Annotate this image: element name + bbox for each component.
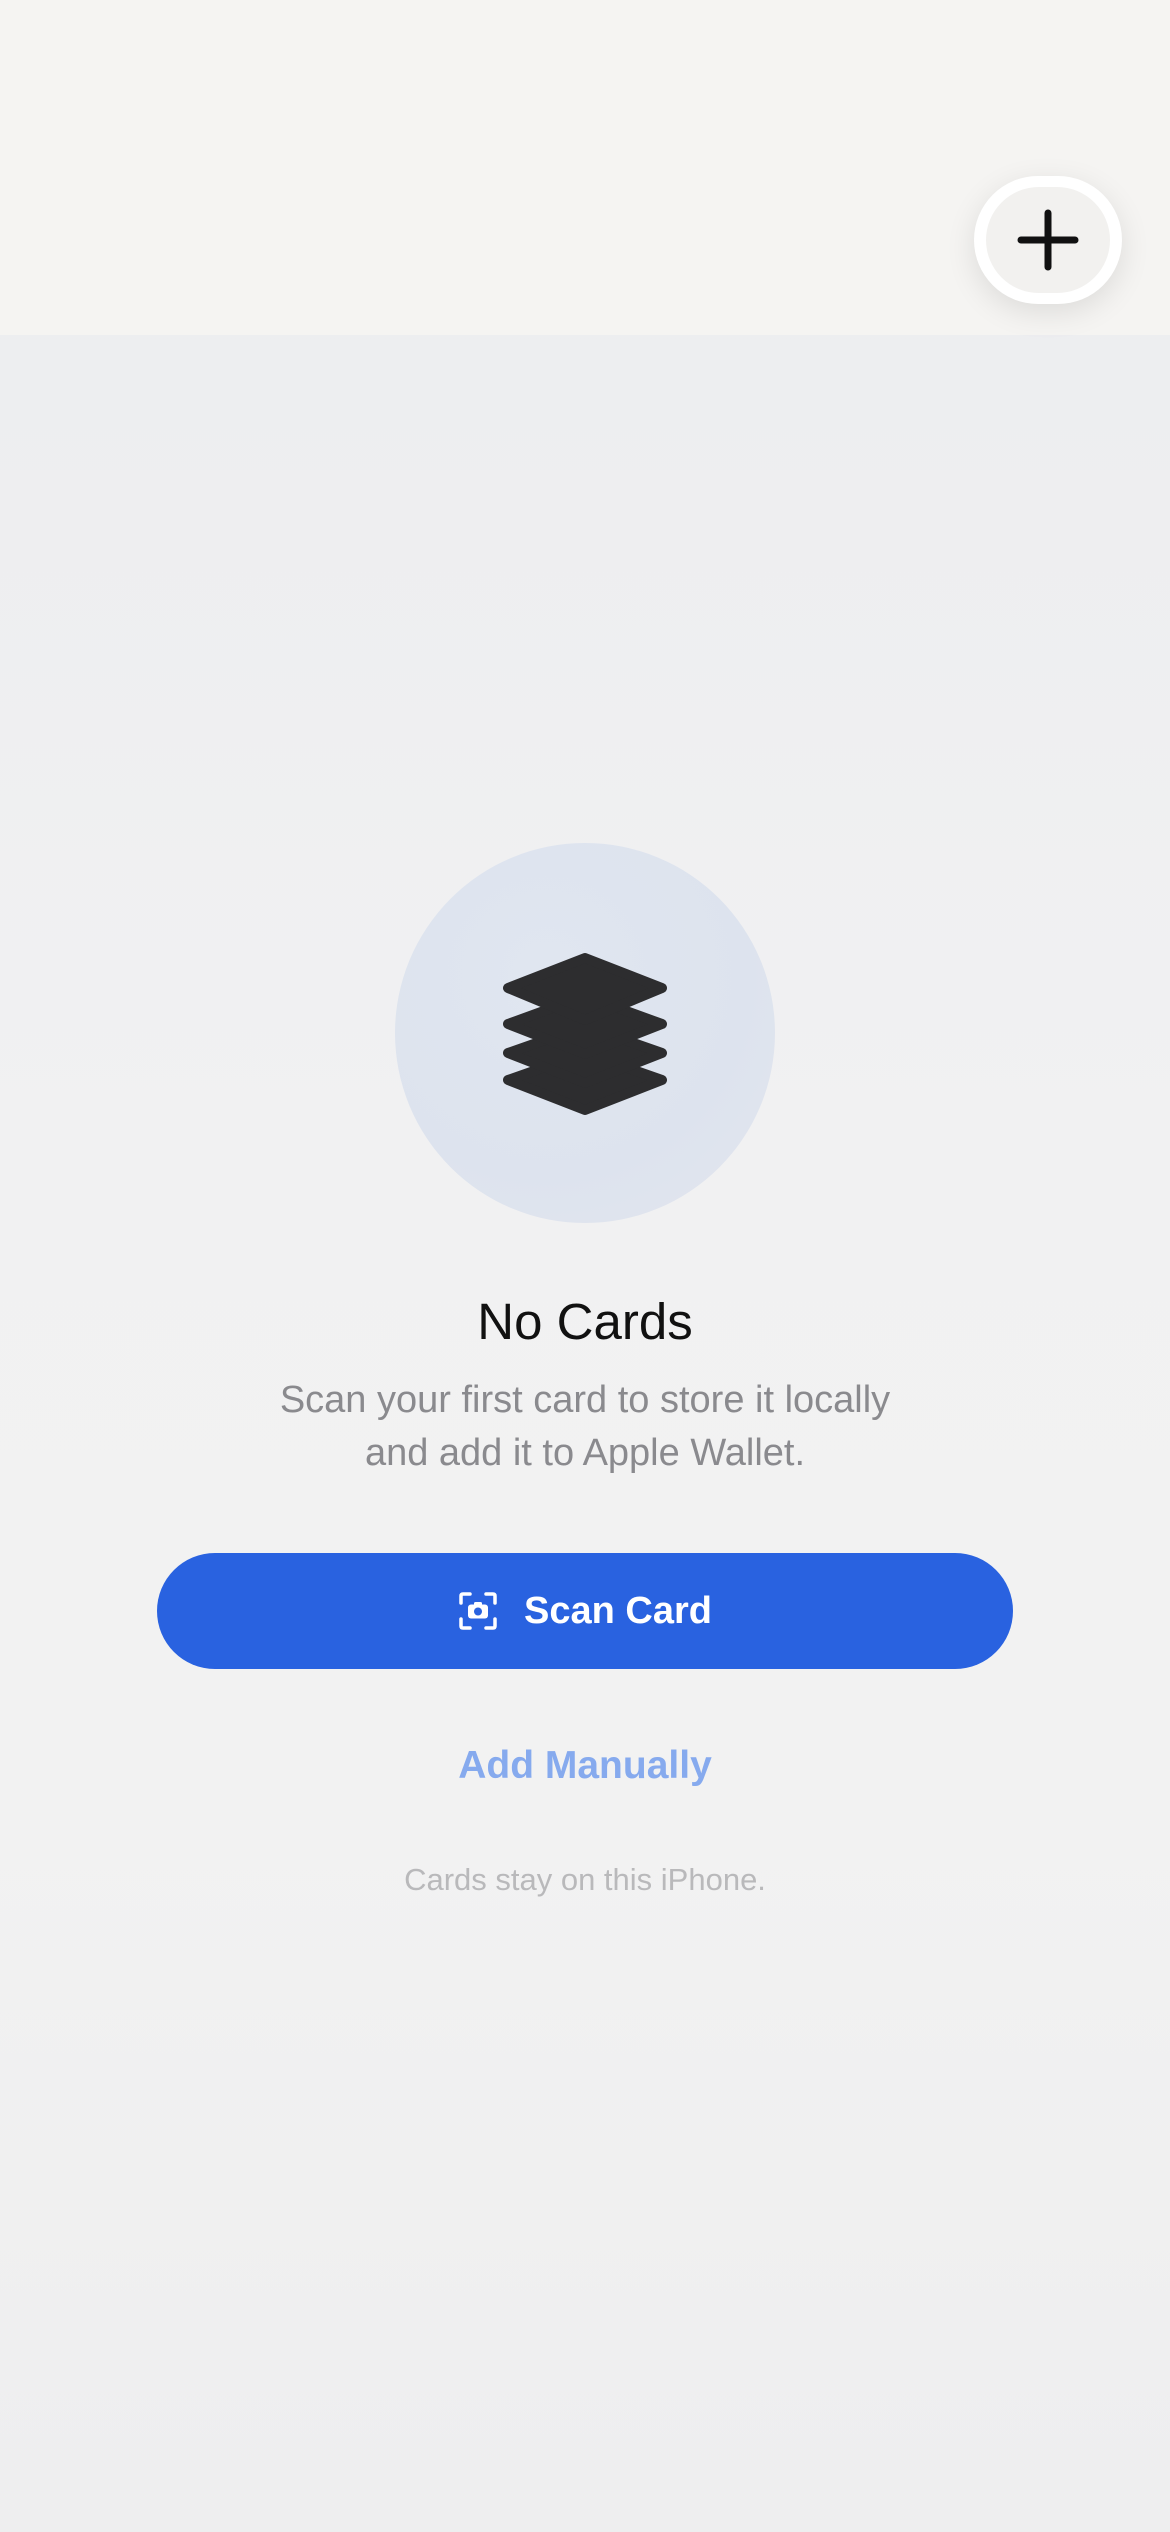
subtitle-line-2: and add it to Apple Wallet. bbox=[364, 1432, 806, 1474]
add-card-button[interactable] bbox=[974, 176, 1122, 304]
subtitle-line-1: Scan your first card to store it locally bbox=[279, 1379, 891, 1421]
privacy-footnote: Cards stay on this iPhone. bbox=[404, 1862, 766, 1897]
scan-card-button[interactable]: Scan Card bbox=[157, 1553, 1013, 1669]
stack-icon bbox=[503, 953, 667, 1115]
camera-viewfinder-icon bbox=[459, 1592, 497, 1630]
scan-card-label: Scan Card bbox=[524, 1589, 712, 1632]
add-manually-link[interactable]: Add Manually bbox=[0, 1738, 1170, 1794]
empty-state-subtitle: Scan your first card to store it locally… bbox=[235, 1374, 935, 1480]
plus-icon bbox=[1017, 209, 1079, 271]
empty-state-illustration bbox=[395, 843, 775, 1223]
add-button-inner bbox=[986, 187, 1110, 293]
empty-state-title: No Cards bbox=[477, 1293, 693, 1350]
